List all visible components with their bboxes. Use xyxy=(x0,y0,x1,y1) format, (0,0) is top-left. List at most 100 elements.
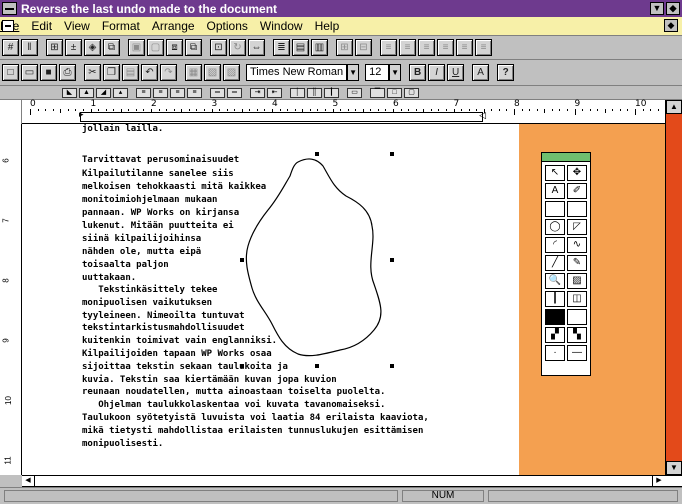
ungroup-icon[interactable]: ⧉ xyxy=(185,39,202,56)
help-button[interactable]: ? xyxy=(497,64,515,81)
wrap-text-icon[interactable]: ≣ xyxy=(273,39,290,56)
document-text-line[interactable]: sijoittaa tekstin sekaan taulukoita ja xyxy=(82,362,288,372)
insert-picture-icon[interactable]: ▦ xyxy=(185,64,202,81)
pattern-swatch-1-icon[interactable]: ▞ xyxy=(545,327,565,343)
chart-icon[interactable]: ◈ xyxy=(84,39,101,56)
bring-front-icon[interactable]: ▣ xyxy=(128,39,145,56)
align-icon[interactable]: ⊡ xyxy=(210,39,227,56)
border-box-icon[interactable]: ▢ xyxy=(404,87,419,98)
right-indent-marker-icon[interactable]: ◁ xyxy=(479,110,486,121)
style-5-icon[interactable]: ≡ xyxy=(456,39,473,56)
split-icon[interactable]: ± xyxy=(65,39,82,56)
document-text-line[interactable]: melkoisen tehokkaasti mitä kaikkea xyxy=(82,182,266,192)
insert-chart-icon[interactable]: ▨ xyxy=(223,64,240,81)
bold-button[interactable]: B xyxy=(409,64,427,81)
underline-button[interactable]: U xyxy=(447,64,465,81)
document-text-line[interactable]: uuttakaan. xyxy=(82,273,136,283)
menu-arrange[interactable]: Arrange xyxy=(152,19,195,33)
outdent-icon[interactable]: ⇤ xyxy=(267,87,282,98)
document-text-line[interactable]: monipuolisen vaikutuksen xyxy=(82,298,212,308)
wrap-none-icon[interactable]: ▥ xyxy=(311,39,328,56)
text-tool-icon[interactable]: A xyxy=(545,183,565,199)
font-size-field[interactable]: 12 xyxy=(365,64,390,81)
restore-icon[interactable]: ◆ xyxy=(664,19,678,32)
arc-tool-icon[interactable]: ◜ xyxy=(545,237,565,253)
flip-icon[interactable]: ⇔ xyxy=(248,39,265,56)
line-tool-icon[interactable]: ╱ xyxy=(545,255,565,271)
vertical-scrollbar[interactable]: ▲ ▼ xyxy=(665,100,682,475)
column-3-icon[interactable]: ┃ xyxy=(324,87,339,98)
line-style-1-icon[interactable]: · xyxy=(545,345,565,361)
document-text-line[interactable]: Tarvittavat perusominaisuudet xyxy=(82,155,239,165)
font-name-dropdown-icon[interactable]: ▼ xyxy=(347,64,360,81)
document-menu-icon[interactable] xyxy=(2,20,14,32)
resize-handle[interactable] xyxy=(390,152,394,156)
print-icon[interactable]: ⎙ xyxy=(59,64,76,81)
rounded-rectangle-tool-icon[interactable] xyxy=(567,201,587,217)
wrap-contour-icon[interactable]: ▤ xyxy=(292,39,309,56)
tool-palette[interactable]: ↖ ✥ A ✐ ◯ ◸ ◜ ∿ ╱ ✎ 🔍 ▨ ┃ ◫ ▞ ▚ · — xyxy=(541,152,591,376)
copy-icon[interactable]: ❐ xyxy=(103,64,120,81)
style-2-icon[interactable]: ≡ xyxy=(399,39,416,56)
rectangle-tool-icon[interactable] xyxy=(545,201,565,217)
align-right-icon[interactable]: ≡ xyxy=(170,87,185,98)
scroll-left-icon[interactable]: ◀ xyxy=(22,476,35,486)
document-text-line[interactable]: mikä tietysti mahdollistaa erilaisten tu… xyxy=(82,426,423,436)
document-text-line[interactable]: kuvia. Tekstin saa kiertämään kuvan jopa… xyxy=(82,375,337,385)
document-text-line[interactable]: tyyleineen. Nimeoilta tuntuvat xyxy=(82,311,245,321)
tab-decimal-icon[interactable]: ▴ xyxy=(113,87,128,98)
border-top-icon[interactable]: ▔ xyxy=(370,87,385,98)
polygon-tool-icon[interactable]: ◸ xyxy=(567,219,587,235)
minimize-icon[interactable]: ▼ xyxy=(650,2,664,15)
left-indent-marker-icon[interactable]: ▸ xyxy=(79,109,84,120)
document-text-line[interactable]: Ohjelman taulukkolaskentaa voi kuvata ta… xyxy=(82,400,385,410)
align-left-icon[interactable]: ≡ xyxy=(136,87,151,98)
scroll-up-icon[interactable]: ▲ xyxy=(666,100,682,114)
horizontal-ruler[interactable]: 0 1 2 3 4 5 6 7 8 9 10 ▸ ◁ xyxy=(22,99,682,124)
indent-marker-bar[interactable]: ▸ ◁ xyxy=(79,109,486,122)
freeform-tool-icon[interactable]: ∿ xyxy=(567,237,587,253)
group-icon[interactable]: ⧈ xyxy=(166,39,183,56)
line-style-2-icon[interactable]: — xyxy=(567,345,587,361)
menu-format[interactable]: Format xyxy=(102,19,140,33)
indent-icon[interactable]: ⇥ xyxy=(250,87,265,98)
line-width-tool-icon[interactable]: ┃ xyxy=(545,291,565,307)
menu-edit[interactable]: Edit xyxy=(31,19,52,33)
send-back-icon[interactable]: ▢ xyxy=(147,39,164,56)
scroll-right-icon[interactable]: ▶ xyxy=(652,476,665,486)
tab-left-icon[interactable]: ◣ xyxy=(62,87,77,98)
zoom-tool-icon[interactable]: 🔍 xyxy=(545,273,565,289)
undo-icon[interactable]: ↶ xyxy=(141,64,158,81)
style-3-icon[interactable]: ≡ xyxy=(418,39,435,56)
menu-help[interactable]: Help xyxy=(315,19,340,33)
document-text-line[interactable]: tekstintarkistusmahdollisuudet xyxy=(82,323,245,333)
document-text-line[interactable]: reunaan noudatellen, mutta ainoastaan to… xyxy=(82,387,385,397)
spacing-single-icon[interactable]: ═ xyxy=(210,87,225,98)
black-swatch-icon[interactable] xyxy=(545,309,565,325)
scroll-down-icon[interactable]: ▼ xyxy=(666,461,682,475)
menu-window[interactable]: Window xyxy=(260,19,303,33)
color-tool-icon[interactable]: ✐ xyxy=(567,183,587,199)
style-1-icon[interactable]: ≡ xyxy=(380,39,397,56)
spacing-double-icon[interactable]: ═ xyxy=(227,87,242,98)
document-text-line[interactable]: siinä kilpailijoihinsa xyxy=(82,234,201,244)
style-4-icon[interactable]: ≡ xyxy=(437,39,454,56)
table-icon[interactable]: # xyxy=(2,39,19,56)
document-text-line[interactable]: monitoimiohjelmaan mukaan xyxy=(82,195,217,205)
document-text-line[interactable]: Taulukoon syötetyistä luvuista voi laati… xyxy=(82,413,429,423)
resize-handle[interactable] xyxy=(390,258,394,262)
document-text-line[interactable]: Tekstinkäsittely tekee xyxy=(82,285,217,295)
palette-title-bar[interactable] xyxy=(542,153,590,162)
pointer-tool-icon[interactable]: ↖ xyxy=(545,165,565,181)
move-tool-icon[interactable]: ✥ xyxy=(567,165,587,181)
ellipse-tool-icon[interactable]: ◯ xyxy=(545,219,565,235)
document-text-line[interactable]: nähden ole, mutta eipä xyxy=(82,247,201,257)
snap-icon[interactable]: ⊟ xyxy=(355,39,372,56)
resize-handle[interactable] xyxy=(315,152,319,156)
pen-tool-icon[interactable]: ✎ xyxy=(567,255,587,271)
document-text-line[interactable]: Kilpailijoiden tapaan WP Works osaa xyxy=(82,349,272,359)
italic-button[interactable]: I xyxy=(428,64,446,81)
column-2-icon[interactable]: ║ xyxy=(307,87,322,98)
maximize-icon[interactable]: ◆ xyxy=(666,2,680,15)
tab-right-icon[interactable]: ◢ xyxy=(96,87,111,98)
